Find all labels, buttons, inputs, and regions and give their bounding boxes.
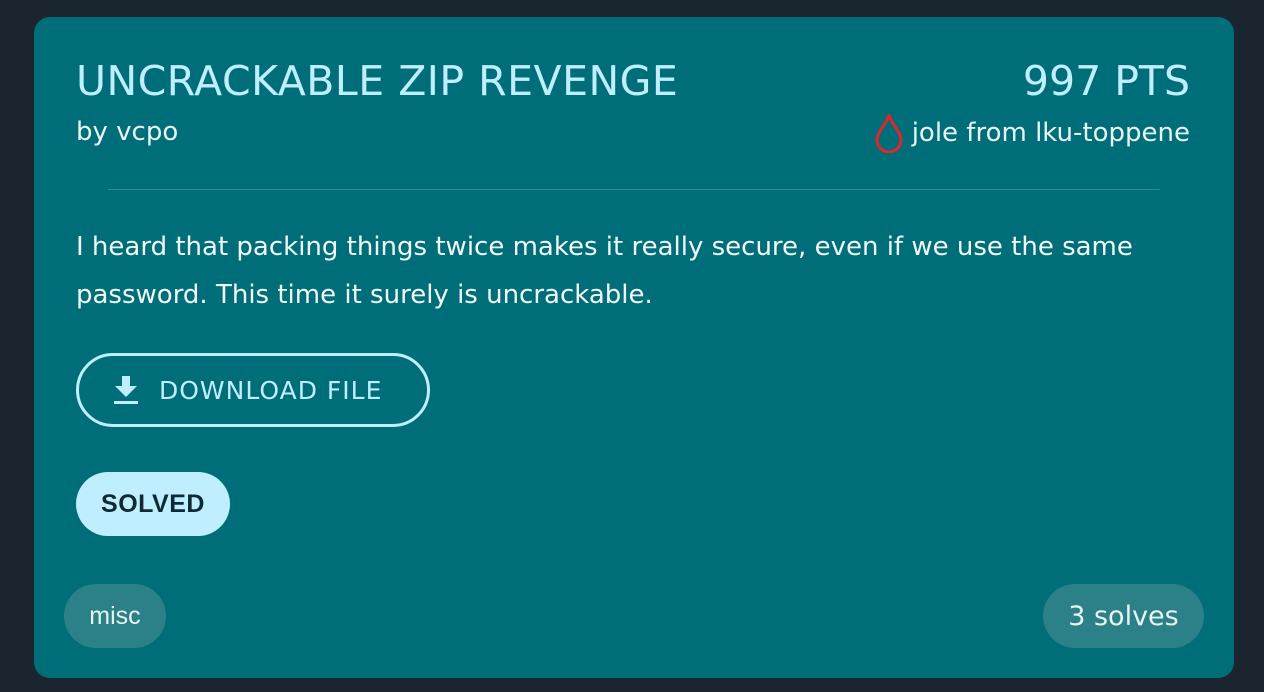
first-blood: jole from lku-toppene [874,113,1190,153]
first-blood-text: jole from lku-toppene [911,118,1190,148]
solved-badge: SOLVED [76,472,230,536]
challenge-author: by vcpo [76,117,179,147]
challenge-description: I heard that packing things twice makes … [76,232,1133,310]
category-tag[interactable]: misc [64,584,166,648]
challenge-title: UNCRACKABLE ZIP REVENGE [76,57,679,105]
divider [108,189,1160,190]
challenge-card: UNCRACKABLE ZIP REVENGE by vcpo 997 PTS … [34,17,1234,678]
challenge-points: 997 PTS [1022,57,1190,105]
download-file-label: DOWNLOAD FILE [159,375,383,405]
solves-count[interactable]: 3 solves [1043,584,1204,648]
download-file-button[interactable]: DOWNLOAD FILE [76,353,430,427]
blood-drop-icon [874,113,904,153]
download-icon [113,375,139,405]
